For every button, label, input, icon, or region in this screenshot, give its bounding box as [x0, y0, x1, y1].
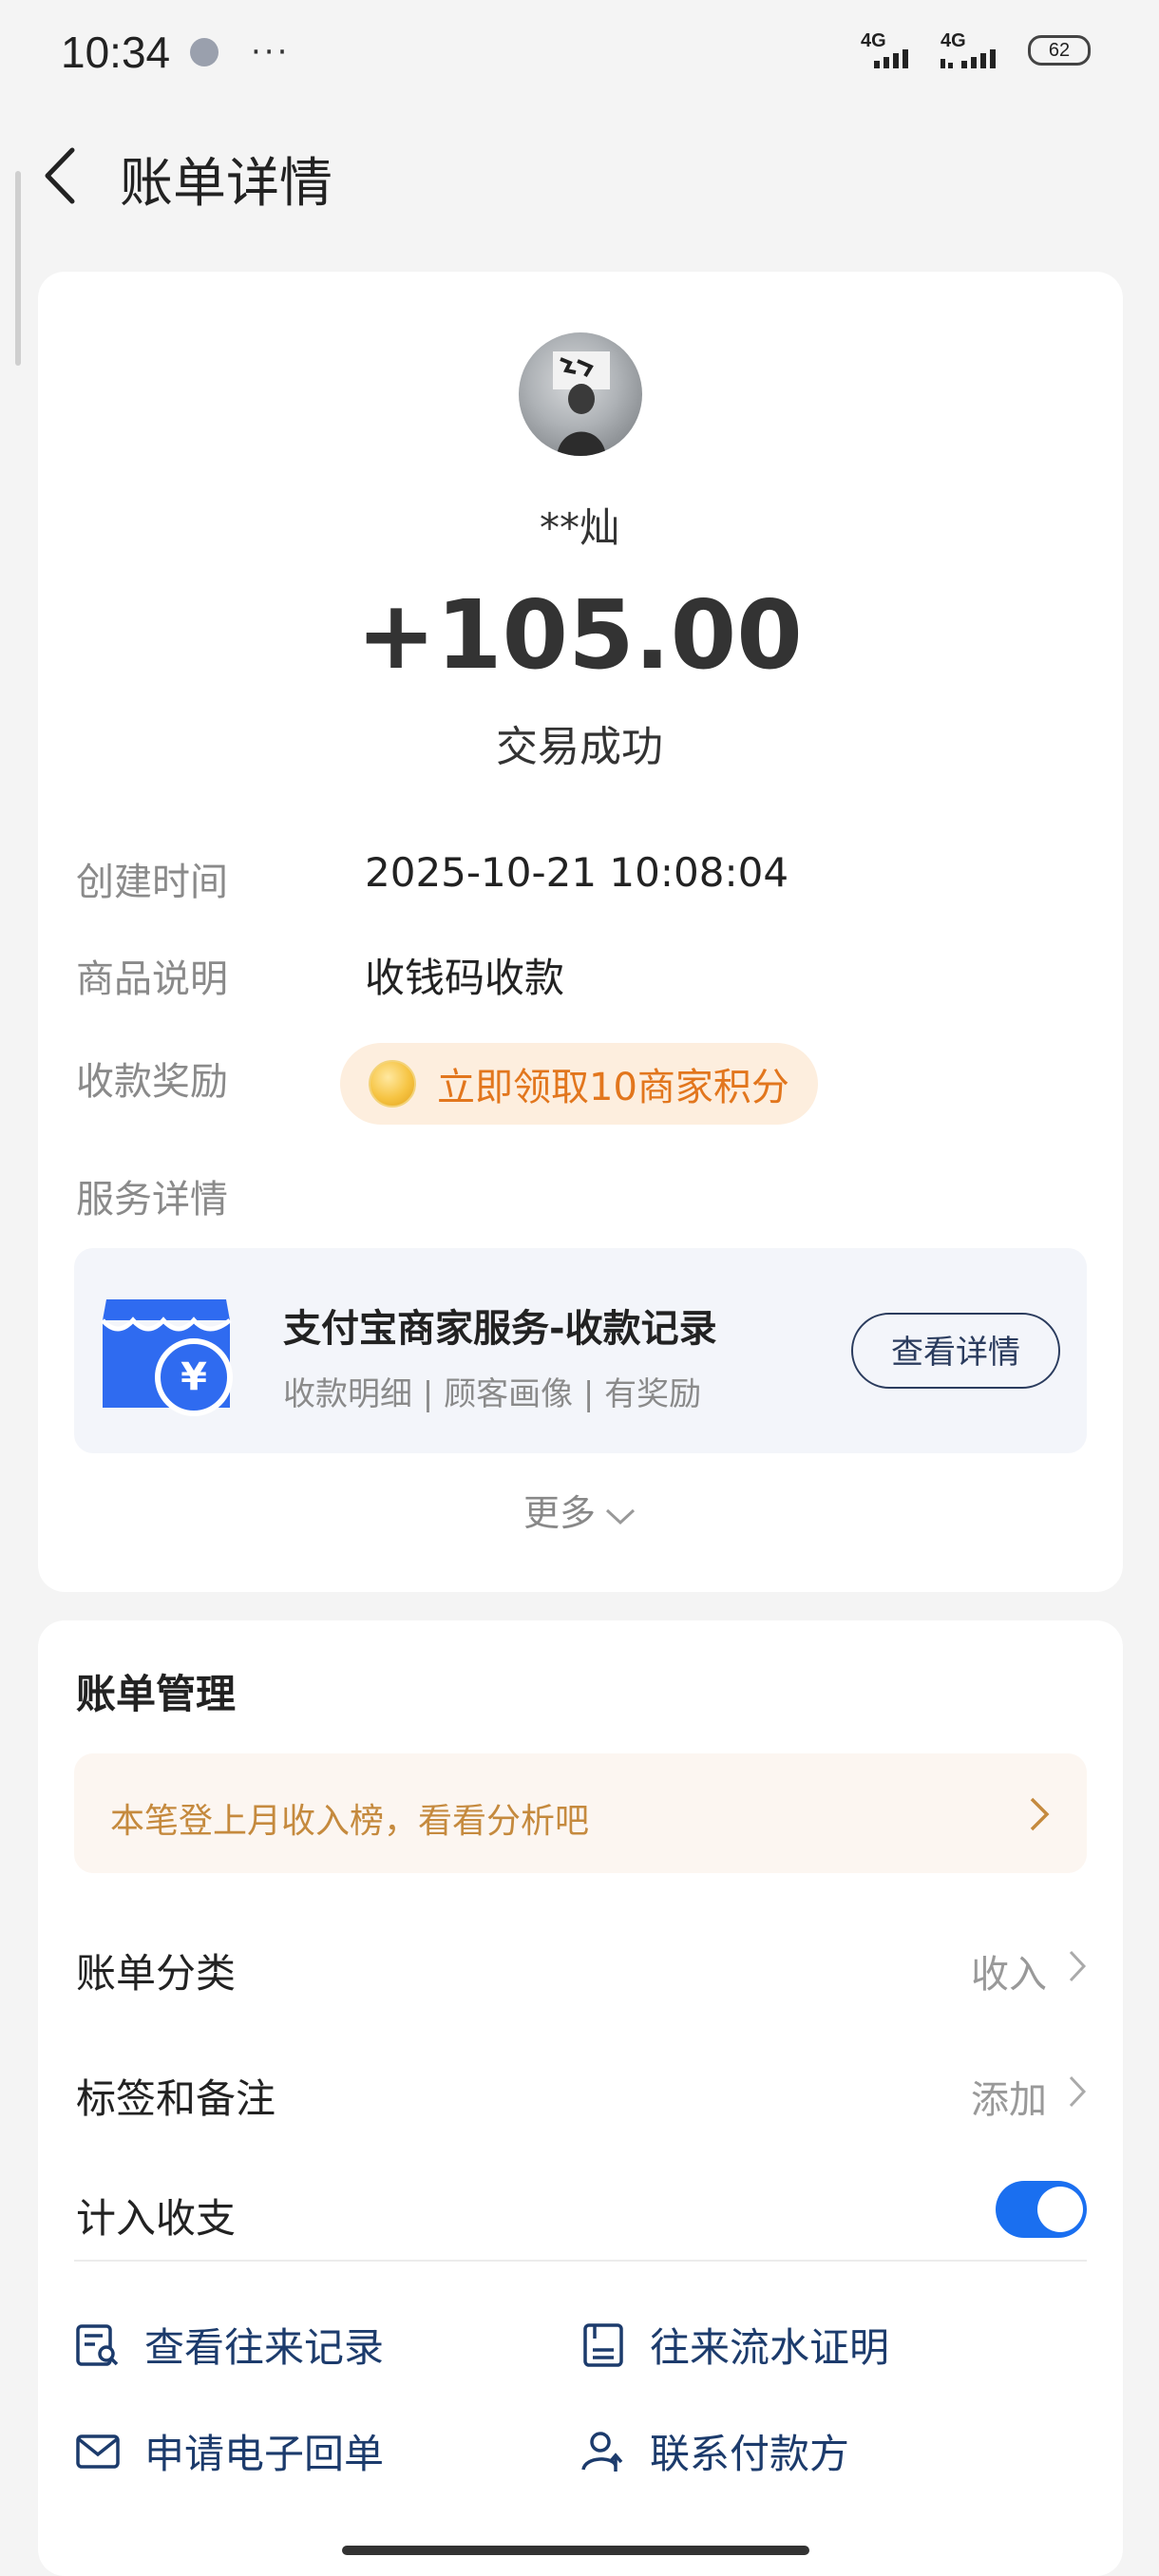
view-records-action[interactable]: 查看往来记录	[74, 2316, 384, 2374]
contact-payer-action[interactable]: 联系付款方	[580, 2422, 849, 2480]
signal-bars-icon	[874, 49, 908, 68]
created-time-value: 2025-10-21 10:08:04	[365, 849, 789, 896]
more-toggle[interactable]: 更多	[0, 1484, 1159, 1536]
transaction-amount: +105.00	[356, 579, 803, 691]
toggle-knob	[1037, 2187, 1083, 2232]
reward-text: 立即领取10商家积分	[437, 1066, 789, 1109]
scroll-indicator	[15, 171, 21, 366]
signal-label-2: 4G	[940, 30, 966, 51]
service-subtitle: 收款明细 | 顾客画像 | 有奖励	[283, 1375, 702, 1413]
item-desc-label: 商品说明	[76, 957, 228, 1001]
transaction-status: 交易成功	[496, 723, 663, 771]
bill-management-title: 账单管理	[76, 1671, 237, 1717]
payer-name: **灿	[539, 504, 619, 551]
page-title: 账单详情	[120, 153, 332, 215]
chevron-right-icon[interactable]	[1068, 1949, 1087, 1983]
home-indicator[interactable]	[342, 2546, 809, 2555]
item-desc-value: 收钱码收款	[365, 955, 565, 1001]
battery-icon: 62	[1028, 35, 1091, 66]
e-receipt-action[interactable]: 申请电子回单	[74, 2422, 384, 2480]
e-receipt-label: 申请电子回单	[144, 2431, 385, 2477]
view-details-button[interactable]: 查看详情	[851, 1313, 1060, 1389]
status-left-icons: ···	[190, 33, 291, 71]
coin-icon	[369, 1060, 416, 1108]
document-icon	[583, 2322, 623, 2367]
notification-app-icon	[190, 38, 218, 66]
category-value[interactable]: 收入	[971, 1943, 1047, 1998]
contact-person-icon	[581, 2431, 623, 2472]
category-label: 账单分类	[76, 1950, 237, 1997]
service-label: 服务详情	[76, 1178, 228, 1222]
flow-proof-label: 往来流水证明	[650, 2324, 890, 2371]
shop-yuan-icon: ¥	[101, 1299, 233, 1416]
signal-icon: 4G	[861, 30, 922, 68]
service-title: 支付宝商家服务-收款记录	[283, 1307, 717, 1351]
include-income-label: 计入收支	[76, 2195, 237, 2242]
mail-icon	[76, 2434, 120, 2469]
flow-proof-action[interactable]: 往来流水证明	[580, 2316, 889, 2374]
signal-icon-2: 4G	[940, 30, 1009, 68]
chevron-right-icon	[1030, 1797, 1050, 1831]
back-chevron-icon[interactable]	[40, 142, 78, 209]
view-records-label: 查看往来记录	[144, 2324, 385, 2371]
avatar-photo	[553, 351, 610, 456]
chevron-right-icon[interactable]	[1068, 2074, 1087, 2109]
divider	[74, 2260, 1087, 2262]
status-time: 10:34	[61, 28, 171, 77]
chevron-down-icon	[605, 1508, 636, 1525]
tags-notes-value[interactable]: 添加	[971, 2069, 1047, 2124]
signal-label: 4G	[861, 30, 886, 51]
tags-notes-label: 标签和备注	[76, 2075, 276, 2122]
reward-claim-button[interactable]: 立即领取10商家积分	[340, 1043, 818, 1125]
more-notifications-icon: ···	[251, 33, 291, 71]
signal-bars-icon-2	[940, 49, 996, 68]
status-right-icons: 4G 4G 62	[861, 30, 1091, 68]
avatar[interactable]	[519, 332, 642, 456]
more-label: 更多	[522, 1492, 596, 1534]
svg-text:¥: ¥	[180, 1355, 207, 1399]
reward-label: 收款奖励	[76, 1060, 228, 1104]
contact-payer-label: 联系付款方	[650, 2431, 850, 2477]
records-search-icon	[76, 2323, 119, 2366]
created-time-label: 创建时间	[76, 861, 228, 904]
banner-text: 本笔登上月收入榜，看看分析吧	[110, 1802, 590, 1841]
